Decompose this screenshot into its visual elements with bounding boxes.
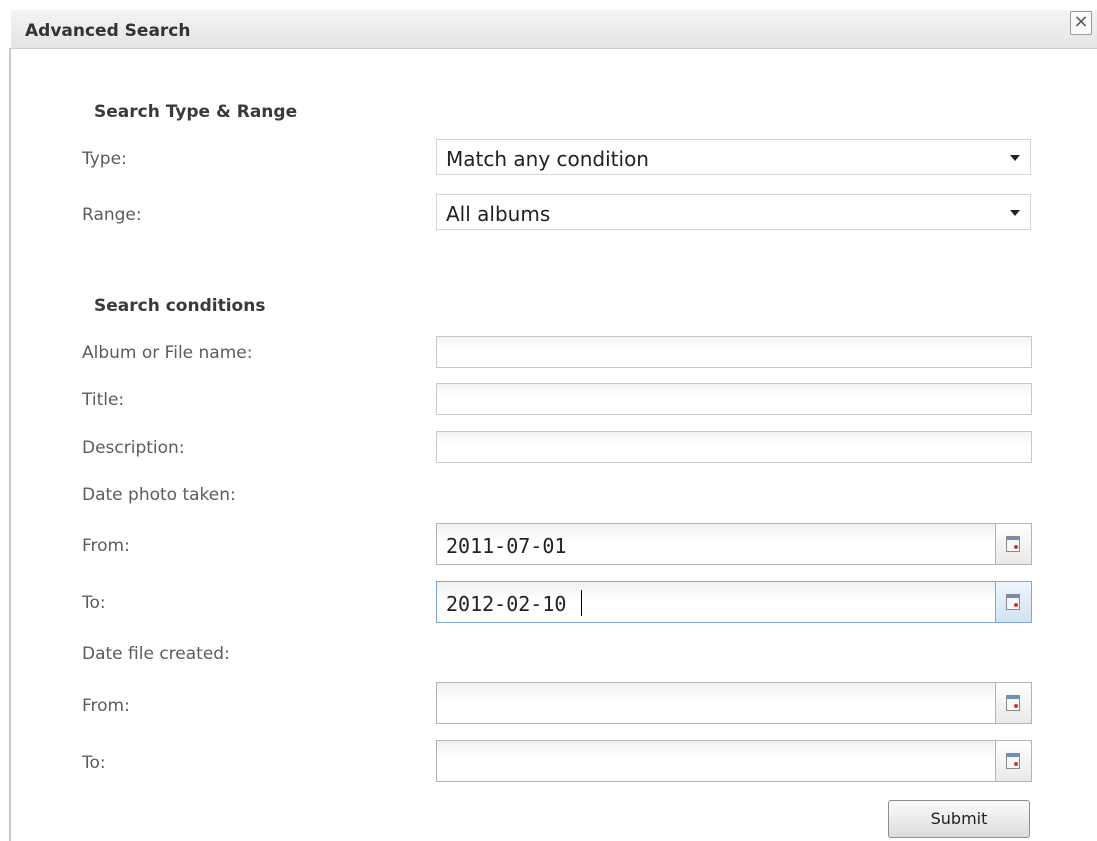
chevron-down-icon [1010,210,1020,216]
dialog-titlebar: Advanced Search [11,10,1097,49]
taken-to-input[interactable]: 2012-02-10 [436,581,996,623]
taken-to-value: 2012-02-10 [446,592,567,616]
created-to-label: To: [82,753,106,773]
taken-from-calendar-button[interactable] [996,523,1032,565]
range-label: Range: [82,205,142,225]
section-heading-conditions: Search conditions [94,296,266,316]
type-label: Type: [82,149,127,169]
date-taken-label: Date photo taken: [82,485,236,505]
type-select-value: Match any condition [446,147,649,171]
created-from-label: From: [82,696,130,716]
taken-to-calendar-button[interactable] [996,581,1032,623]
description-label: Description: [82,438,185,458]
range-select[interactable]: All albums [436,194,1031,230]
section-heading-type-range: Search Type & Range [94,102,298,122]
taken-from-label: From: [82,536,130,556]
chevron-down-icon [1010,155,1020,161]
dialog-border [9,48,11,841]
album-name-input[interactable] [436,336,1032,368]
dialog-title: Advanced Search [25,21,191,41]
created-to-input[interactable] [436,740,996,782]
submit-button[interactable]: Submit [888,800,1030,838]
advanced-search-dialog: Advanced Search × Search Type & Range Ty… [0,0,1097,841]
calendar-icon [1006,594,1020,610]
album-name-label: Album or File name: [82,343,253,363]
taken-from-input[interactable]: 2011-07-01 [436,523,996,565]
created-from-calendar-button[interactable] [996,682,1032,724]
title-input[interactable] [436,383,1032,415]
created-from-input[interactable] [436,682,996,724]
range-select-value: All albums [446,202,551,226]
close-icon: × [1073,11,1089,32]
close-button[interactable]: × [1070,11,1092,35]
created-to-calendar-button[interactable] [996,740,1032,782]
taken-to-label: To: [82,593,106,613]
calendar-icon [1006,695,1020,711]
taken-from-value: 2011-07-01 [446,534,567,558]
calendar-icon [1006,753,1020,769]
date-created-label: Date file created: [82,644,230,664]
calendar-icon [1006,536,1020,552]
description-input[interactable] [436,431,1032,463]
text-caret [581,590,582,616]
title-label: Title: [82,390,125,410]
type-select[interactable]: Match any condition [436,139,1031,175]
